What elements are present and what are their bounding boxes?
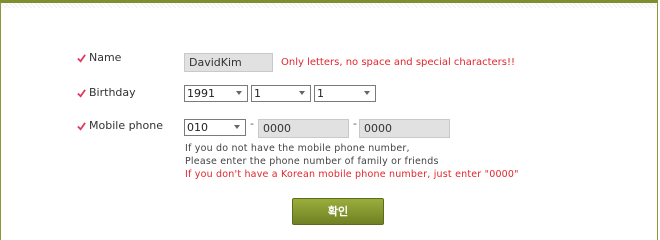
chevron-down-icon [299, 91, 305, 95]
mobile-prefix-select[interactable]: 010 [184, 119, 246, 136]
mobile-hint-line2: Please enter the phone number of family … [185, 156, 439, 167]
birthday-month-value: 1 [254, 87, 261, 100]
name-label: Name [89, 51, 122, 64]
checkmark-icon [77, 54, 86, 63]
name-input[interactable]: DavidKim [184, 53, 273, 72]
mobile-part1-input[interactable]: 0000 [258, 119, 349, 138]
birthday-day-select[interactable]: 1 [314, 85, 376, 102]
mobile-part2-input[interactable]: 0000 [359, 119, 450, 138]
mobile-phone-label: Mobile phone [89, 119, 164, 132]
name-error-message: Only letters, no space and special chara… [281, 57, 516, 68]
chevron-down-icon [364, 91, 370, 95]
mobile-hint-line1: If you do not have the mobile phone numb… [185, 143, 410, 154]
chevron-down-icon [234, 125, 240, 129]
form-panel: Name DavidKim Only letters, no space and… [0, 0, 658, 240]
dash-separator: - [250, 117, 254, 130]
birthday-year-select[interactable]: 1991 [184, 85, 248, 102]
birthday-day-value: 1 [317, 87, 324, 100]
birthday-label: Birthday [89, 86, 136, 99]
birthday-month-select[interactable]: 1 [251, 85, 311, 102]
dash-separator: - [353, 117, 357, 130]
checkmark-icon [77, 89, 86, 98]
confirm-button[interactable]: 확인 [292, 198, 384, 225]
mobile-prefix-value: 010 [187, 121, 208, 134]
checkmark-icon [77, 122, 86, 131]
top-stripe [1, 3, 657, 8]
birthday-year-value: 1991 [187, 87, 215, 100]
mobile-hint-line3: If you don't have a Korean mobile phone … [185, 169, 519, 180]
chevron-down-icon [236, 91, 242, 95]
